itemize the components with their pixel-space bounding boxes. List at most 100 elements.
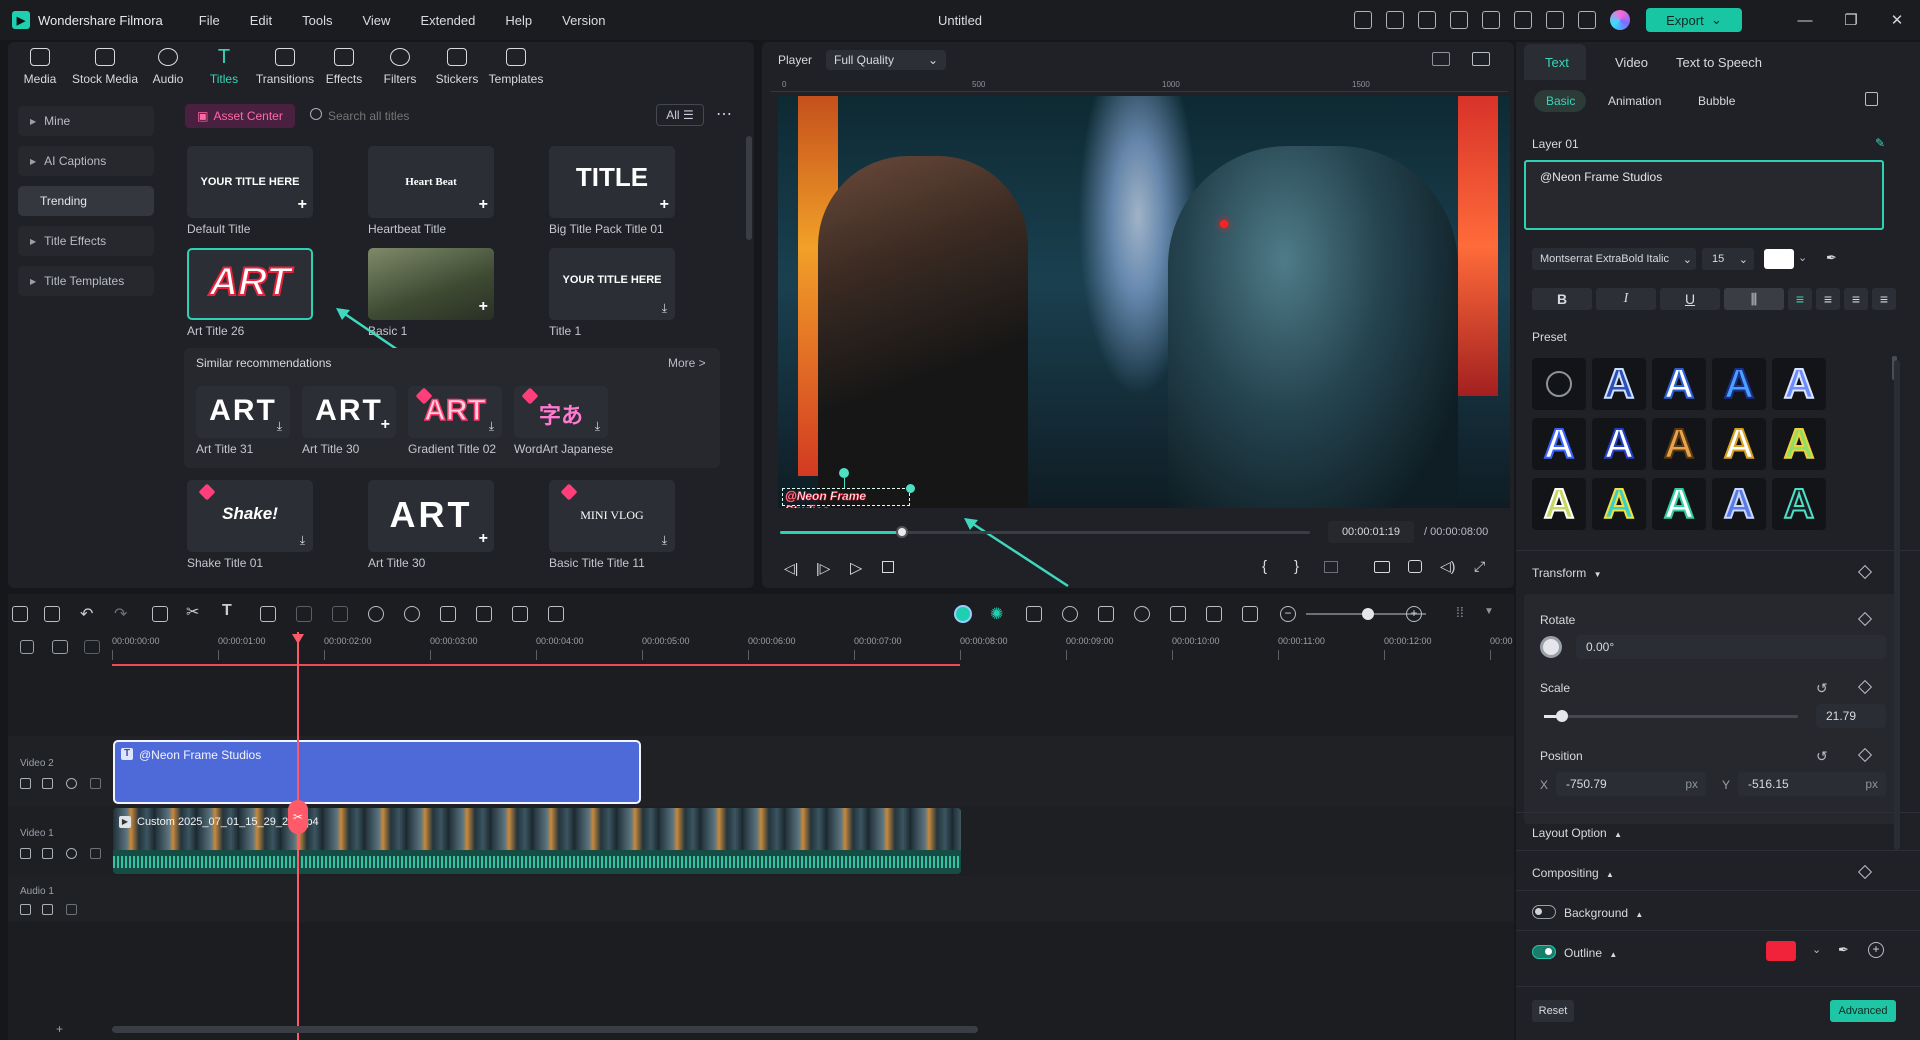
- tab-audio[interactable]: Audio: [148, 48, 188, 86]
- preset-style[interactable]: A: [1532, 478, 1586, 530]
- title-thumb-art-30[interactable]: ART +: [368, 480, 494, 552]
- compositing-section[interactable]: Compositing ▲: [1532, 866, 1614, 880]
- gift-icon[interactable]: [1354, 11, 1372, 29]
- asset-center-button[interactable]: ▣ Asset Center: [185, 104, 295, 128]
- volume-icon[interactable]: ◁): [1440, 558, 1455, 575]
- folder-icon[interactable]: [20, 904, 31, 915]
- preset-style[interactable]: A: [1592, 358, 1646, 410]
- keyframe-tool-icon[interactable]: [440, 606, 456, 622]
- more-link[interactable]: More >: [668, 356, 706, 370]
- headset-icon[interactable]: [1546, 11, 1564, 29]
- menu-edit[interactable]: Edit: [250, 13, 272, 28]
- microphone-icon[interactable]: [1134, 606, 1150, 622]
- add-track-icon[interactable]: +: [56, 1022, 63, 1036]
- pen-icon[interactable]: [66, 904, 77, 915]
- quality-select[interactable]: Full Quality ⌄: [826, 50, 946, 70]
- preset-none[interactable]: [1532, 358, 1586, 410]
- title-thumb-mini-vlog[interactable]: MINI VLOG ⤓: [549, 480, 675, 552]
- audio-stretch-icon[interactable]: [512, 606, 528, 622]
- cut-icon[interactable]: ✂: [186, 602, 199, 622]
- speaker-icon[interactable]: [42, 778, 53, 789]
- prev-frame-icon[interactable]: ◁|: [784, 560, 798, 577]
- subtitle-icon[interactable]: [1170, 606, 1186, 622]
- reset-icon[interactable]: ↺: [1816, 680, 1828, 697]
- text-spacing-button[interactable]: ⫼: [1724, 288, 1784, 310]
- auto-highlight-icon[interactable]: ✺: [990, 604, 1003, 624]
- pip-icon[interactable]: [1206, 606, 1222, 622]
- align-right-icon[interactable]: ≡: [1844, 288, 1868, 310]
- tab-filters[interactable]: Filters: [380, 48, 420, 86]
- cloud-icon[interactable]: [1514, 11, 1532, 29]
- scale-slider-knob[interactable]: [1556, 710, 1568, 722]
- eyedropper-icon[interactable]: ✒: [1826, 250, 1837, 266]
- properties-scrollbar[interactable]: [1894, 360, 1900, 850]
- similar-thumb[interactable]: 字あ ⤓: [514, 386, 608, 438]
- mark-out-icon[interactable]: }: [1294, 558, 1299, 575]
- player-progress-knob[interactable]: [895, 526, 908, 538]
- preset-style[interactable]: A: [1652, 418, 1706, 470]
- eyedropper-icon[interactable]: ✒: [1838, 942, 1849, 958]
- sidebar-item-trending[interactable]: Trending: [18, 186, 154, 216]
- add-icon[interactable]: +: [479, 196, 488, 214]
- menu-tools[interactable]: Tools: [302, 13, 332, 28]
- title-thumb-default[interactable]: YOUR TITLE HERE +: [187, 146, 313, 218]
- menu-file[interactable]: File: [199, 13, 220, 28]
- eye-icon[interactable]: [66, 778, 77, 789]
- outline-color-swatch[interactable]: [1766, 941, 1796, 961]
- subtab-animation[interactable]: Animation: [1608, 94, 1661, 108]
- font-size-select[interactable]: 15 ⌄: [1702, 248, 1754, 270]
- preset-style[interactable]: A: [1772, 358, 1826, 410]
- undo-icon[interactable]: ↶: [80, 604, 93, 624]
- close-icon[interactable]: ✕: [1874, 11, 1920, 29]
- italic-button[interactable]: I: [1596, 288, 1656, 310]
- preset-style[interactable]: A: [1652, 358, 1706, 410]
- title-thumb-heartbeat[interactable]: Heart Beat +: [368, 146, 494, 218]
- similar-thumb[interactable]: ART ⤓: [196, 386, 290, 438]
- delete-icon[interactable]: [152, 606, 168, 622]
- zoom-out-icon[interactable]: −: [1280, 606, 1296, 622]
- resize-handle[interactable]: [906, 484, 915, 493]
- add-icon[interactable]: +: [479, 298, 488, 316]
- preset-style[interactable]: A: [1532, 418, 1586, 470]
- preset-style[interactable]: A: [1712, 478, 1766, 530]
- subtab-bubble[interactable]: Bubble: [1698, 94, 1735, 108]
- tab-transitions[interactable]: Transitions: [254, 48, 316, 86]
- tab-text[interactable]: Text: [1545, 55, 1569, 70]
- chevron-down-icon[interactable]: ⌄: [1812, 943, 1821, 956]
- scale-slider[interactable]: [1544, 710, 1798, 722]
- menu-version[interactable]: Version: [562, 13, 605, 28]
- layout-option-section[interactable]: Layout Option ▲: [1532, 826, 1622, 840]
- subtab-basic[interactable]: Basic: [1546, 94, 1575, 108]
- speed-icon[interactable]: [368, 606, 384, 622]
- eye-icon[interactable]: [66, 848, 77, 859]
- title-clip[interactable]: T @Neon Frame Studios: [113, 740, 641, 804]
- more-options-icon[interactable]: ⋯: [716, 104, 732, 124]
- record-icon[interactable]: [1026, 606, 1042, 622]
- similar-thumb[interactable]: ART +: [302, 386, 396, 438]
- background-toggle[interactable]: [1532, 905, 1556, 919]
- tab-media[interactable]: Media: [20, 48, 60, 86]
- ai-icon[interactable]: [296, 606, 312, 622]
- avatar[interactable]: [1610, 10, 1630, 30]
- tab-stock-media[interactable]: Stock Media: [70, 48, 140, 86]
- playhead[interactable]: [297, 632, 299, 1040]
- folder-icon[interactable]: [20, 778, 31, 789]
- snapshot-icon[interactable]: [1472, 52, 1490, 66]
- zoom-in-icon[interactable]: +: [1406, 606, 1422, 622]
- preset-style[interactable]: A: [1592, 478, 1646, 530]
- font-select[interactable]: Montserrat ExtraBold Italic ⌄: [1532, 248, 1696, 270]
- restore-icon[interactable]: ❐: [1828, 11, 1874, 29]
- marker-icon[interactable]: [1324, 561, 1338, 573]
- chevron-down-icon[interactable]: ▼: [1484, 606, 1494, 617]
- speaker-icon[interactable]: [42, 904, 53, 915]
- stop-icon[interactable]: [882, 561, 894, 573]
- timeline-ruler[interactable]: 00:00:00:00 00:00:01:00 00:00:02:00 00:00:0…: [112, 636, 1513, 666]
- preset-style[interactable]: A: [1772, 478, 1826, 530]
- title-thumb-big-title[interactable]: TITLE +: [549, 146, 675, 218]
- align-justify-icon[interactable]: ≡: [1872, 288, 1896, 310]
- sidebar-item-title-templates[interactable]: ▶ Title Templates: [18, 266, 154, 296]
- scale-input[interactable]: 21.79: [1816, 704, 1886, 728]
- export-button[interactable]: Export ⌄: [1646, 8, 1742, 32]
- player-progress-bar[interactable]: [780, 526, 1310, 538]
- select-tool-icon[interactable]: [44, 606, 60, 622]
